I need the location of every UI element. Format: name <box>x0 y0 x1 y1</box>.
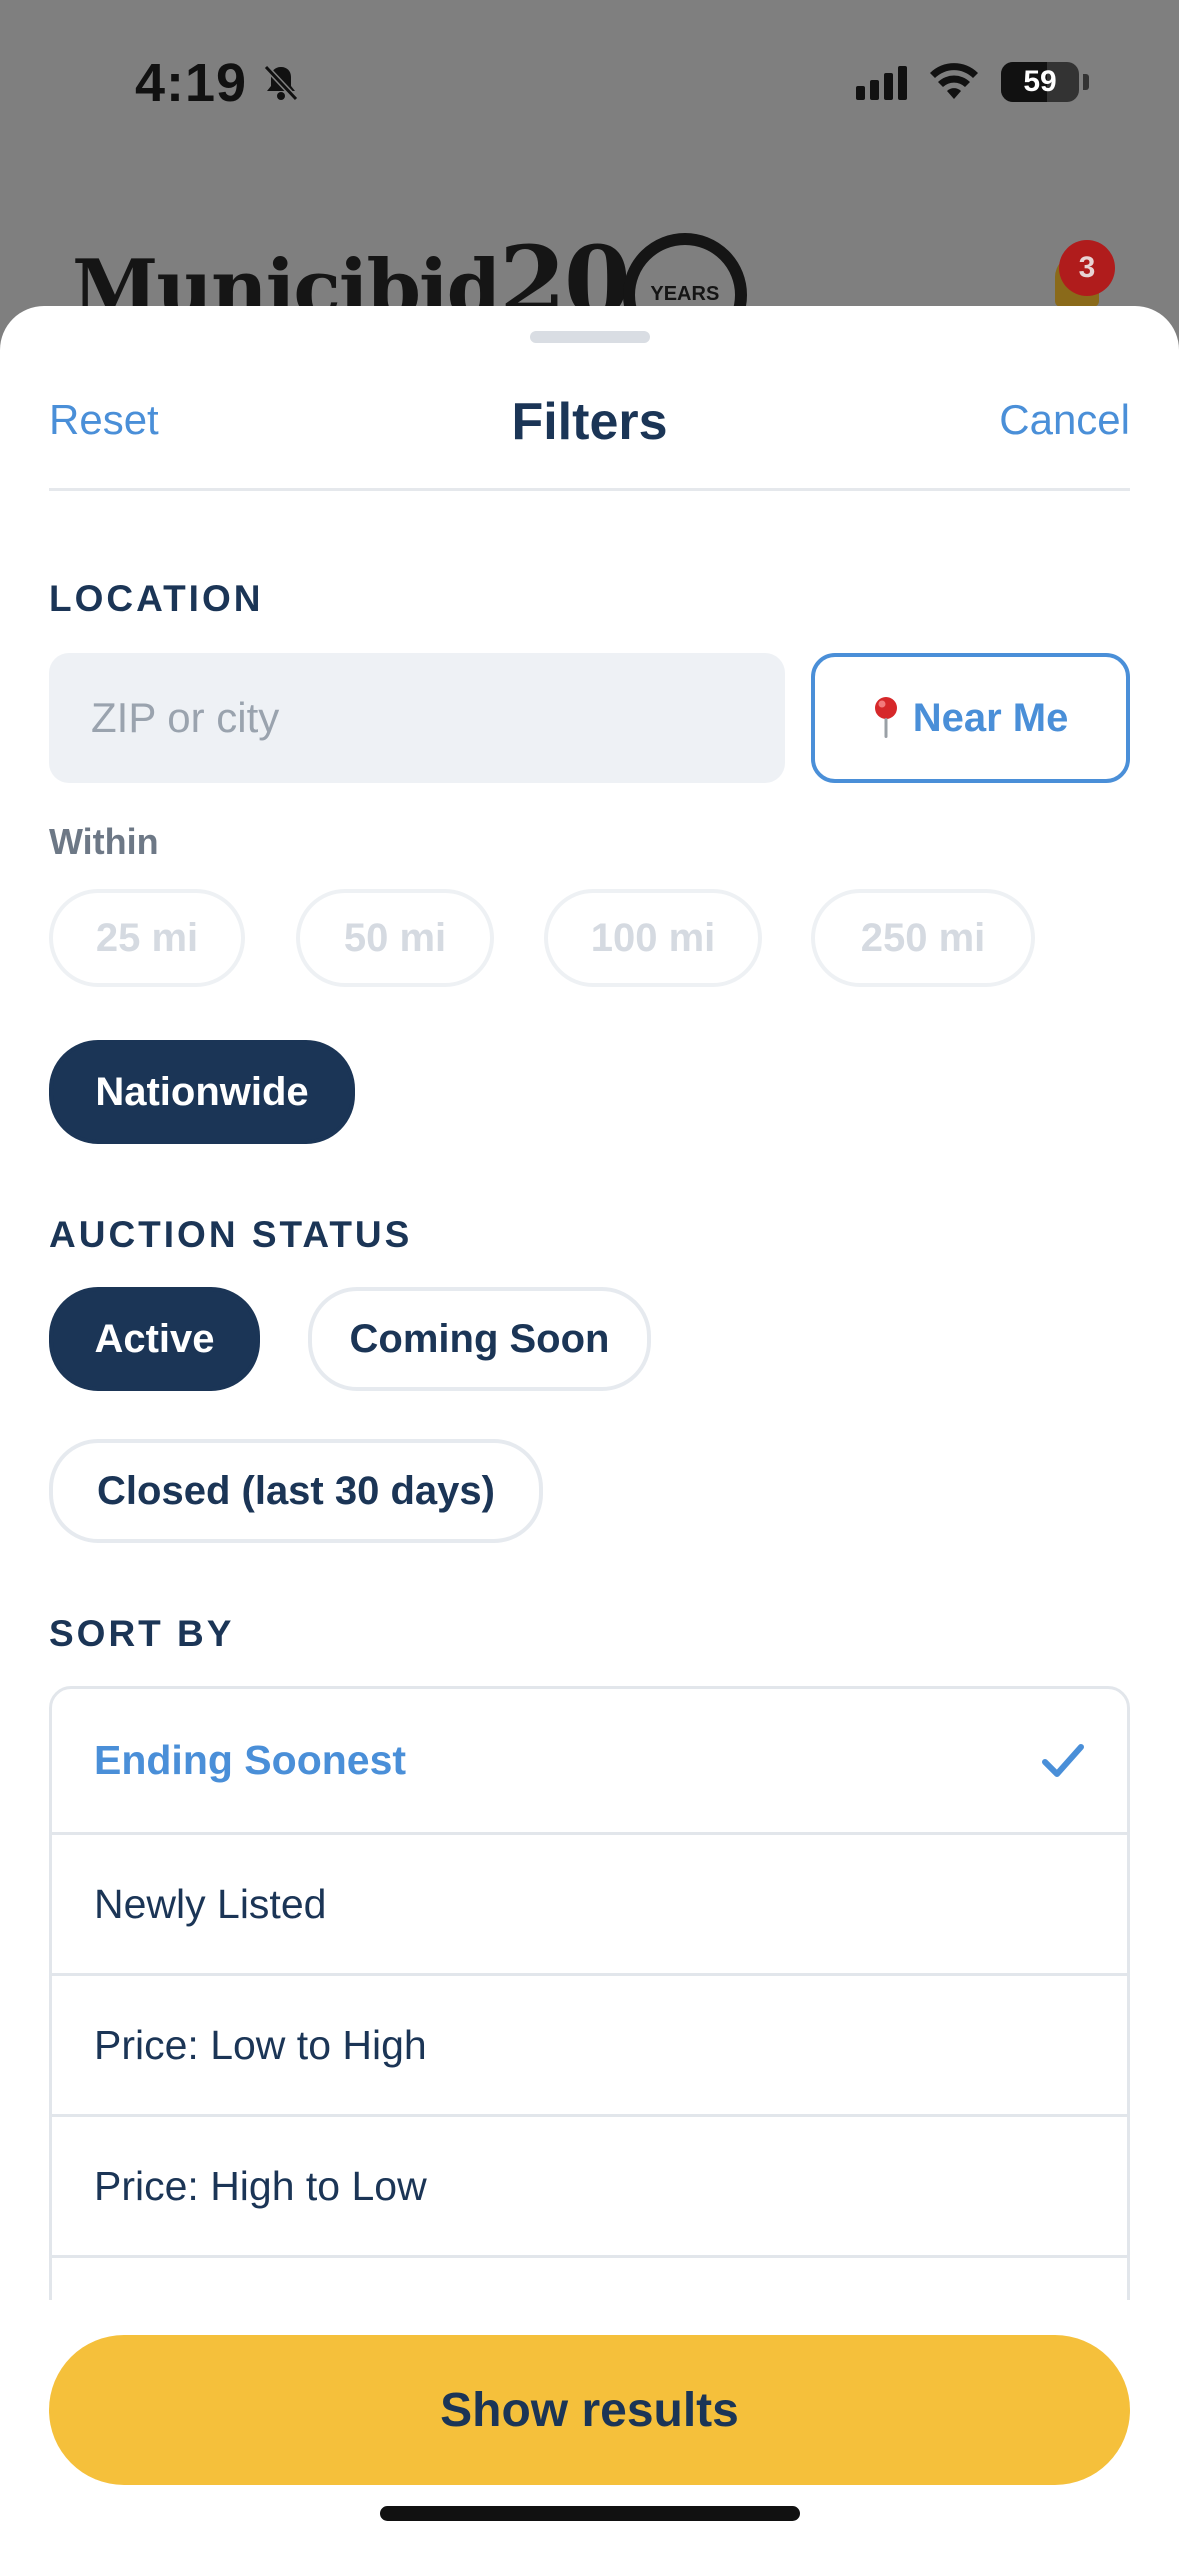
battery-cap <box>1083 74 1089 90</box>
near-me-label: Near Me <box>912 695 1069 740</box>
status-chip-active[interactable]: Active <box>49 1287 260 1391</box>
clock-time: 4:19 <box>135 53 248 113</box>
status-chip-closed[interactable]: Closed (last 30 days) <box>49 1439 543 1543</box>
near-me-button[interactable]: Near Me <box>811 653 1130 783</box>
sort-option-price-high-low[interactable]: Price: High to Low <box>52 2117 1127 2258</box>
header-divider <box>49 488 1130 491</box>
wifi-icon <box>930 63 978 99</box>
radius-chip-nationwide[interactable]: Nationwide <box>49 1040 355 1144</box>
filters-sheet: Reset Filters Cancel LOCATION Near Me Wi… <box>0 306 1179 2556</box>
sort-option-ending-soonest[interactable]: Ending Soonest <box>52 1689 1127 1835</box>
sort-options-list: Ending Soonest Newly Listed Price: Low t… <box>49 1686 1130 2386</box>
status-indicators: 59 <box>856 62 1089 102</box>
sort-by-label: SORT BY <box>49 1613 235 1654</box>
sort-option-label: Price: Low to High <box>94 2021 427 2068</box>
sheet-title: Filters <box>511 393 668 451</box>
battery-level: 59 <box>1023 65 1057 98</box>
sort-option-label: Newly Listed <box>94 1880 327 1927</box>
radius-chip-50[interactable]: 50 mi <box>296 889 494 987</box>
sort-option-newly-listed[interactable]: Newly Listed <box>52 1835 1127 1976</box>
sort-option-label: Ending Soonest <box>94 1737 407 1783</box>
show-results-button[interactable]: Show results <box>49 2335 1130 2485</box>
sort-option-price-low-high[interactable]: Price: Low to High <box>52 1976 1127 2117</box>
location-label: LOCATION <box>49 578 264 619</box>
radius-chip-250[interactable]: 250 mi <box>811 889 1035 987</box>
clock: 4:19 <box>135 52 301 114</box>
radius-chip-100[interactable]: 100 mi <box>544 889 762 987</box>
home-indicator[interactable] <box>380 2506 800 2521</box>
battery-icon: 59 <box>1001 62 1079 102</box>
within-label: Within <box>49 821 159 862</box>
radius-chip-25[interactable]: 25 mi <box>49 889 245 987</box>
silent-mode-icon <box>263 64 299 102</box>
notification-badge: 3 <box>1059 240 1115 296</box>
cellular-signal-icon <box>856 64 907 100</box>
status-bar: 4:19 59 <box>0 0 1179 170</box>
status-chip-coming-soon[interactable]: Coming Soon <box>308 1287 651 1391</box>
sheet-header: Reset Filters Cancel <box>49 366 1130 476</box>
map-pin-icon <box>874 697 897 738</box>
sort-option-label: Price: High to Low <box>94 2162 427 2209</box>
cancel-button[interactable]: Cancel <box>999 396 1130 444</box>
sheet-grabber[interactable] <box>530 331 650 343</box>
zip-city-input[interactable] <box>49 653 785 783</box>
checkmark-icon <box>1042 1743 1084 1777</box>
auction-status-label: AUCTION STATUS <box>49 1214 413 1255</box>
